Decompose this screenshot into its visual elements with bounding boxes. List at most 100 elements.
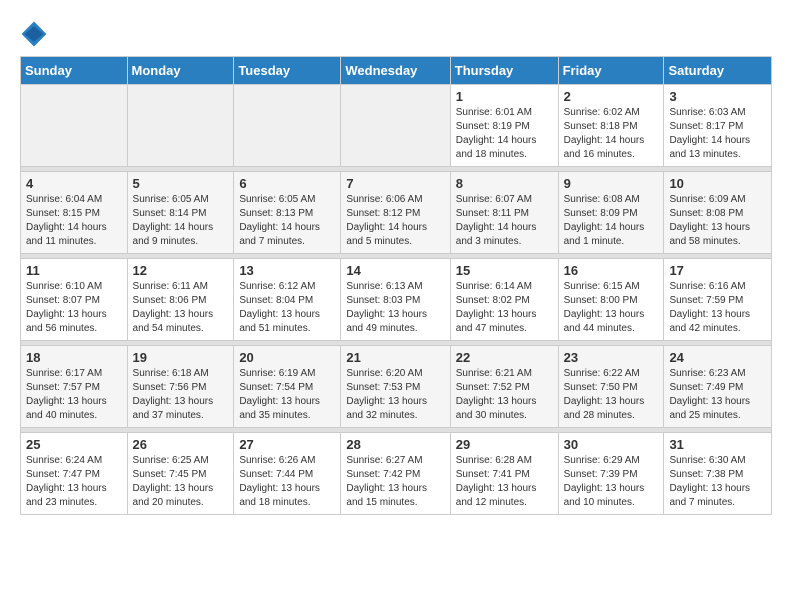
day-number: 6	[239, 176, 335, 191]
calendar-cell-5-4: 28 Sunrise: 6:27 AM Sunset: 7:42 PM Dayli…	[341, 433, 450, 515]
calendar-cell-1-2	[127, 85, 234, 167]
calendar-cell-5-5: 29 Sunrise: 6:28 AM Sunset: 7:41 PM Dayli…	[450, 433, 558, 515]
day-info: Sunrise: 6:01 AM Sunset: 8:19 PM Dayligh…	[456, 106, 553, 162]
calendar-cell-4-6: 23 Sunrise: 6:22 AM Sunset: 7:50 PM Dayli…	[558, 346, 664, 428]
calendar-cell-1-5: 1 Sunrise: 6:01 AM Sunset: 8:19 PM Daylig…	[450, 85, 558, 167]
calendar-cell-1-7: 3Sunrise: 6:03 AM Sunset: 8:17 PM Daylig…	[664, 85, 772, 167]
day-number: 25	[26, 437, 122, 452]
day-info: Sunrise: 6:23 AM Sunset: 7:49 PM Dayligh…	[669, 367, 766, 423]
day-number: 28	[346, 437, 444, 452]
calendar-cell-2-4: 7 Sunrise: 6:06 AM Sunset: 8:12 PM Daylig…	[341, 172, 450, 254]
calendar-cell-5-6: 30 Sunrise: 6:29 AM Sunset: 7:39 PM Dayli…	[558, 433, 664, 515]
calendar-cell-3-1: 11 Sunrise: 6:10 AM Sunset: 8:07 PM Dayli…	[21, 259, 128, 341]
weekday-header-saturday: Saturday	[664, 57, 772, 85]
calendar-cell-4-4: 21Sunrise: 6:20 AM Sunset: 7:53 PM Dayli…	[341, 346, 450, 428]
day-number: 27	[239, 437, 335, 452]
logo	[20, 20, 52, 48]
calendar-cell-1-6: 2 Sunrise: 6:02 AM Sunset: 8:18 PM Daylig…	[558, 85, 664, 167]
day-number: 24	[669, 350, 766, 365]
day-info: Sunrise: 6:21 AM Sunset: 7:52 PM Dayligh…	[456, 367, 553, 423]
weekday-header-friday: Friday	[558, 57, 664, 85]
calendar-cell-4-1: 18 Sunrise: 6:17 AM Sunset: 7:57 PM Dayli…	[21, 346, 128, 428]
calendar-cell-1-1	[21, 85, 128, 167]
day-number: 30	[564, 437, 659, 452]
week-row-4: 18 Sunrise: 6:17 AM Sunset: 7:57 PM Dayli…	[21, 346, 772, 428]
calendar-cell-1-3	[234, 85, 341, 167]
calendar-cell-3-3: 13 Sunrise: 6:12 AM Sunset: 8:04 PM Dayli…	[234, 259, 341, 341]
day-info: Sunrise: 6:09 AM Sunset: 8:08 PM Dayligh…	[669, 193, 766, 249]
calendar-cell-3-4: 14 Sunrise: 6:13 AM Sunset: 8:03 PM Dayli…	[341, 259, 450, 341]
day-number: 8	[456, 176, 553, 191]
weekday-header-sunday: Sunday	[21, 57, 128, 85]
day-number: 12	[133, 263, 229, 278]
day-info: Sunrise: 6:24 AM Sunset: 7:47 PM Dayligh…	[26, 454, 122, 510]
calendar-cell-4-5: 22Sunrise: 6:21 AM Sunset: 7:52 PM Dayli…	[450, 346, 558, 428]
week-row-1: 1 Sunrise: 6:01 AM Sunset: 8:19 PM Daylig…	[21, 85, 772, 167]
day-number: 13	[239, 263, 335, 278]
logo-icon	[20, 20, 48, 48]
day-number: 26	[133, 437, 229, 452]
calendar-cell-2-1: 4 Sunrise: 6:04 AM Sunset: 8:15 PM Daylig…	[21, 172, 128, 254]
header	[20, 20, 772, 48]
calendar-cell-2-3: 6 Sunrise: 6:05 AM Sunset: 8:13 PM Daylig…	[234, 172, 341, 254]
calendar: SundayMondayTuesdayWednesdayThursdayFrid…	[20, 56, 772, 515]
day-number: 31	[669, 437, 766, 452]
weekday-header-wednesday: Wednesday	[341, 57, 450, 85]
calendar-cell-5-3: 27 Sunrise: 6:26 AM Sunset: 7:44 PM Dayli…	[234, 433, 341, 515]
day-info: Sunrise: 6:12 AM Sunset: 8:04 PM Dayligh…	[239, 280, 335, 336]
calendar-cell-2-2: 5Sunrise: 6:05 AM Sunset: 8:14 PM Daylig…	[127, 172, 234, 254]
calendar-cell-5-7: 31 Sunrise: 6:30 AM Sunset: 7:38 PM Dayli…	[664, 433, 772, 515]
calendar-cell-5-2: 26Sunrise: 6:25 AM Sunset: 7:45 PM Dayli…	[127, 433, 234, 515]
day-info: Sunrise: 6:22 AM Sunset: 7:50 PM Dayligh…	[564, 367, 659, 423]
day-info: Sunrise: 6:04 AM Sunset: 8:15 PM Dayligh…	[26, 193, 122, 249]
weekday-header-monday: Monday	[127, 57, 234, 85]
day-number: 14	[346, 263, 444, 278]
weekday-header-thursday: Thursday	[450, 57, 558, 85]
day-info: Sunrise: 6:06 AM Sunset: 8:12 PM Dayligh…	[346, 193, 444, 249]
calendar-cell-3-5: 15 Sunrise: 6:14 AM Sunset: 8:02 PM Dayli…	[450, 259, 558, 341]
day-info: Sunrise: 6:26 AM Sunset: 7:44 PM Dayligh…	[239, 454, 335, 510]
day-info: Sunrise: 6:08 AM Sunset: 8:09 PM Dayligh…	[564, 193, 659, 249]
day-info: Sunrise: 6:19 AM Sunset: 7:54 PM Dayligh…	[239, 367, 335, 423]
day-info: Sunrise: 6:20 AM Sunset: 7:53 PM Dayligh…	[346, 367, 444, 423]
day-number: 16	[564, 263, 659, 278]
calendar-cell-2-5: 8Sunrise: 6:07 AM Sunset: 8:11 PM Daylig…	[450, 172, 558, 254]
day-info: Sunrise: 6:30 AM Sunset: 7:38 PM Dayligh…	[669, 454, 766, 510]
day-number: 29	[456, 437, 553, 452]
calendar-cell-4-3: 20 Sunrise: 6:19 AM Sunset: 7:54 PM Dayli…	[234, 346, 341, 428]
weekday-header-row: SundayMondayTuesdayWednesdayThursdayFrid…	[21, 57, 772, 85]
calendar-cell-4-7: 24 Sunrise: 6:23 AM Sunset: 7:49 PM Dayli…	[664, 346, 772, 428]
calendar-cell-4-2: 19Sunrise: 6:18 AM Sunset: 7:56 PM Dayli…	[127, 346, 234, 428]
day-info: Sunrise: 6:15 AM Sunset: 8:00 PM Dayligh…	[564, 280, 659, 336]
day-number: 19	[133, 350, 229, 365]
day-number: 11	[26, 263, 122, 278]
day-number: 23	[564, 350, 659, 365]
day-number: 20	[239, 350, 335, 365]
calendar-cell-3-7: 17Sunrise: 6:16 AM Sunset: 7:59 PM Dayli…	[664, 259, 772, 341]
day-info: Sunrise: 6:11 AM Sunset: 8:06 PM Dayligh…	[133, 280, 229, 336]
day-info: Sunrise: 6:17 AM Sunset: 7:57 PM Dayligh…	[26, 367, 122, 423]
day-number: 2	[564, 89, 659, 104]
day-info: Sunrise: 6:28 AM Sunset: 7:41 PM Dayligh…	[456, 454, 553, 510]
calendar-cell-5-1: 25 Sunrise: 6:24 AM Sunset: 7:47 PM Dayli…	[21, 433, 128, 515]
day-info: Sunrise: 6:29 AM Sunset: 7:39 PM Dayligh…	[564, 454, 659, 510]
day-number: 15	[456, 263, 553, 278]
week-row-5: 25 Sunrise: 6:24 AM Sunset: 7:47 PM Dayli…	[21, 433, 772, 515]
day-info: Sunrise: 6:27 AM Sunset: 7:42 PM Dayligh…	[346, 454, 444, 510]
calendar-cell-3-6: 16 Sunrise: 6:15 AM Sunset: 8:00 PM Dayli…	[558, 259, 664, 341]
day-info: Sunrise: 6:05 AM Sunset: 8:14 PM Dayligh…	[133, 193, 229, 249]
day-info: Sunrise: 6:13 AM Sunset: 8:03 PM Dayligh…	[346, 280, 444, 336]
calendar-cell-2-7: 10Sunrise: 6:09 AM Sunset: 8:08 PM Dayli…	[664, 172, 772, 254]
day-info: Sunrise: 6:14 AM Sunset: 8:02 PM Dayligh…	[456, 280, 553, 336]
day-info: Sunrise: 6:10 AM Sunset: 8:07 PM Dayligh…	[26, 280, 122, 336]
day-number: 18	[26, 350, 122, 365]
day-number: 4	[26, 176, 122, 191]
day-info: Sunrise: 6:03 AM Sunset: 8:17 PM Dayligh…	[669, 106, 766, 162]
day-number: 9	[564, 176, 659, 191]
day-number: 7	[346, 176, 444, 191]
day-info: Sunrise: 6:05 AM Sunset: 8:13 PM Dayligh…	[239, 193, 335, 249]
day-number: 17	[669, 263, 766, 278]
day-number: 1	[456, 89, 553, 104]
calendar-cell-1-4	[341, 85, 450, 167]
day-info: Sunrise: 6:02 AM Sunset: 8:18 PM Dayligh…	[564, 106, 659, 162]
